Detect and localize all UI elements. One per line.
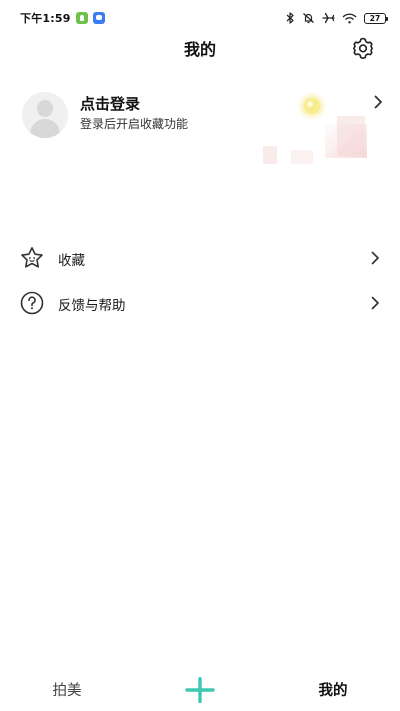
notification-message-icon [92,12,105,24]
chevron-right-icon [371,296,379,310]
avatar [22,92,68,138]
status-left: 下午1:59 [20,10,105,26]
help-circle-icon [19,290,45,316]
menu-label-favorites: 收藏 [58,253,85,269]
wifi-icon [342,13,357,24]
status-right: 27 [286,12,388,24]
notification-app-icon [75,12,88,24]
add-button[interactable] [182,676,218,704]
settings-button[interactable] [350,36,376,60]
profile-background-decoration [263,90,367,164]
menu-item-feedback-help[interactable]: 反馈与帮助 [0,283,400,323]
bluetooth-icon [286,12,295,24]
status-time: 下午1:59 [20,12,71,25]
bottom-navigation: 拍美 我的 [0,668,400,711]
menu-label-feedback-help: 反馈与帮助 [58,298,126,314]
battery-icon: 27 [364,12,388,24]
gear-icon [353,37,373,60]
menu-item-favorites[interactable]: 收藏 [0,238,400,278]
status-bar: 下午1:59 27 [0,0,400,36]
mute-bell-icon [302,12,315,24]
page-header: 我的 [0,36,400,60]
airplane-mode-icon [322,12,335,24]
login-subtitle: 登录后开启收藏功能 [80,117,189,131]
login-title: 点击登录 [80,95,141,113]
my-page-screen: 下午1:59 27 我的 点击登录 登录后开启收藏功能 收藏 反馈与帮助 拍美 … [0,0,400,711]
chevron-right-icon [371,251,379,265]
chevron-right-icon [374,95,382,109]
tab-paimei[interactable]: 拍美 [30,668,104,711]
plus-icon [185,677,215,703]
page-title: 我的 [183,40,216,59]
login-profile-card[interactable]: 点击登录 登录后开启收藏功能 [0,84,400,180]
star-icon [19,245,45,271]
tab-mine[interactable]: 我的 [296,668,370,711]
